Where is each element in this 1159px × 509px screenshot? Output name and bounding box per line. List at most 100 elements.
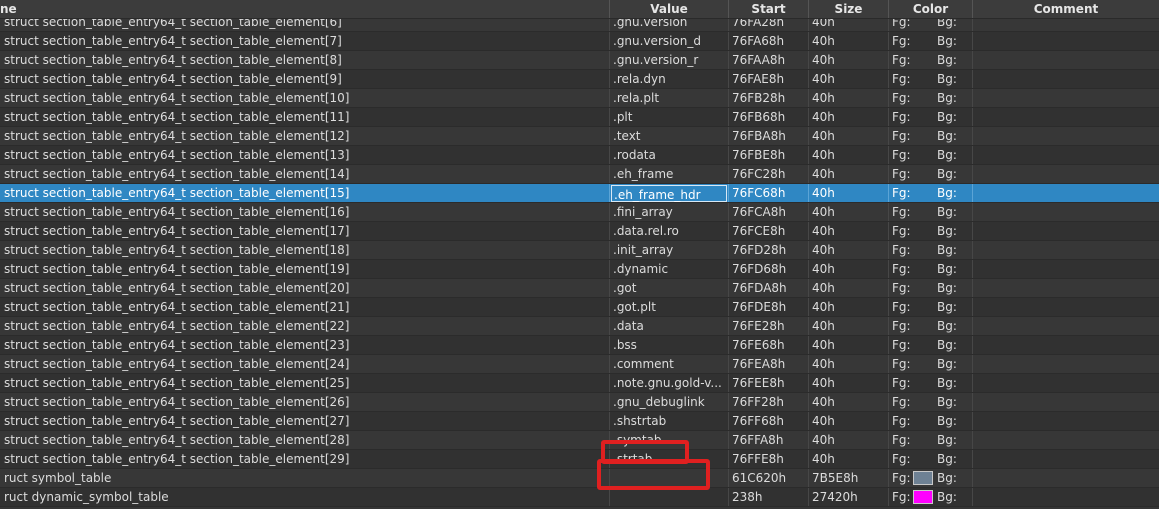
row-comment-cell[interactable] bbox=[973, 374, 1159, 392]
row-color-cell[interactable]: Fg: Bg: bbox=[889, 89, 973, 107]
row-size-cell[interactable]: 40h bbox=[809, 165, 889, 183]
row-start-cell[interactable]: 76FF28h bbox=[729, 393, 809, 411]
row-name-cell[interactable]: struct section_table_entry64_t section_t… bbox=[0, 222, 610, 240]
row-start-cell[interactable]: 76FA68h bbox=[729, 32, 809, 50]
row-size-cell[interactable]: 40h bbox=[809, 260, 889, 278]
row-value-cell[interactable]: .shstrtab bbox=[610, 412, 729, 430]
column-header-name[interactable]: ne bbox=[0, 0, 610, 18]
table-row[interactable]: struct section_table_entry64_t section_t… bbox=[0, 184, 1159, 203]
row-value-cell[interactable]: .fini_array bbox=[610, 203, 729, 221]
row-start-cell[interactable]: 76FD68h bbox=[729, 260, 809, 278]
row-name-cell[interactable]: struct section_table_entry64_t section_t… bbox=[0, 450, 610, 468]
row-size-cell[interactable]: 7B5E8h bbox=[809, 469, 889, 487]
row-name-cell[interactable]: struct section_table_entry64_t section_t… bbox=[0, 393, 610, 411]
row-comment-cell[interactable] bbox=[973, 412, 1159, 430]
column-header-size[interactable]: Size bbox=[809, 0, 889, 18]
row-color-cell[interactable]: Fg: Bg: bbox=[889, 298, 973, 316]
row-size-cell[interactable]: 40h bbox=[809, 450, 889, 468]
row-start-cell[interactable]: 76FE28h bbox=[729, 317, 809, 335]
table-row[interactable]: struct section_table_entry64_t section_t… bbox=[0, 260, 1159, 279]
row-color-cell[interactable]: Fg: Bg: bbox=[889, 469, 973, 487]
row-color-cell[interactable]: Fg: Bg: bbox=[889, 488, 973, 506]
table-row[interactable]: struct section_table_entry64_t section_t… bbox=[0, 431, 1159, 450]
row-value-cell[interactable]: .got bbox=[610, 279, 729, 297]
row-comment-cell[interactable] bbox=[973, 184, 1159, 202]
row-start-cell[interactable]: 76FC28h bbox=[729, 165, 809, 183]
row-value-cell[interactable]: .init_array bbox=[610, 241, 729, 259]
row-color-cell[interactable]: Fg: Bg: bbox=[889, 203, 973, 221]
row-name-cell[interactable]: struct section_table_entry64_t section_t… bbox=[0, 32, 610, 50]
row-name-cell[interactable]: struct section_table_entry64_t section_t… bbox=[0, 412, 610, 430]
row-size-cell[interactable]: 40h bbox=[809, 70, 889, 88]
row-comment-cell[interactable] bbox=[973, 336, 1159, 354]
row-comment-cell[interactable] bbox=[973, 488, 1159, 506]
row-name-cell[interactable]: struct section_table_entry64_t section_t… bbox=[0, 355, 610, 373]
row-name-cell[interactable]: struct section_table_entry64_t section_t… bbox=[0, 89, 610, 107]
row-name-cell[interactable]: struct section_table_entry64_t section_t… bbox=[0, 146, 610, 164]
row-color-cell[interactable]: Fg: Bg: bbox=[889, 336, 973, 354]
row-comment-cell[interactable] bbox=[973, 355, 1159, 373]
row-color-cell[interactable]: Fg: Bg: bbox=[889, 241, 973, 259]
row-comment-cell[interactable] bbox=[973, 222, 1159, 240]
row-color-cell[interactable]: Fg: Bg: bbox=[889, 393, 973, 411]
row-size-cell[interactable]: 40h bbox=[809, 298, 889, 316]
table-row[interactable]: struct section_table_entry64_t section_t… bbox=[0, 127, 1159, 146]
row-value-cell[interactable]: .dynamic bbox=[610, 260, 729, 278]
row-value-cell[interactable]: .gnu_debuglink bbox=[610, 393, 729, 411]
row-comment-cell[interactable] bbox=[973, 127, 1159, 145]
row-name-cell[interactable]: struct section_table_entry64_t section_t… bbox=[0, 127, 610, 145]
row-color-cell[interactable]: Fg: Bg: bbox=[889, 431, 973, 449]
row-start-cell[interactable]: 76FE68h bbox=[729, 336, 809, 354]
table-row[interactable]: struct section_table_entry64_t section_t… bbox=[0, 146, 1159, 165]
table-row[interactable]: struct section_table_entry64_t section_t… bbox=[0, 51, 1159, 70]
row-size-cell[interactable]: 40h bbox=[809, 51, 889, 69]
row-start-cell[interactable]: 76FBE8h bbox=[729, 146, 809, 164]
row-size-cell[interactable]: 40h bbox=[809, 146, 889, 164]
row-start-cell[interactable]: 76FAA8h bbox=[729, 51, 809, 69]
row-start-cell[interactable]: 76FC68h bbox=[729, 184, 809, 202]
row-color-cell[interactable]: Fg: Bg: bbox=[889, 165, 973, 183]
row-start-cell[interactable]: 61C620h bbox=[729, 469, 809, 487]
table-row[interactable]: struct section_table_entry64_t section_t… bbox=[0, 336, 1159, 355]
row-start-cell[interactable]: 76FB28h bbox=[729, 89, 809, 107]
row-start-cell[interactable]: 76FFE8h bbox=[729, 450, 809, 468]
row-start-cell[interactable]: 76FD28h bbox=[729, 241, 809, 259]
row-comment-cell[interactable] bbox=[973, 203, 1159, 221]
table-row[interactable]: struct section_table_entry64_t section_t… bbox=[0, 298, 1159, 317]
table-row[interactable]: ruct symbol_table 61C620h 7B5E8h Fg: Bg: bbox=[0, 469, 1159, 488]
row-color-cell[interactable]: Fg: Bg: bbox=[889, 355, 973, 373]
row-size-cell[interactable]: 40h bbox=[809, 393, 889, 411]
row-start-cell[interactable]: 76FEE8h bbox=[729, 374, 809, 392]
row-size-cell[interactable]: 40h bbox=[809, 184, 889, 202]
row-name-cell[interactable]: struct section_table_entry64_t section_t… bbox=[0, 279, 610, 297]
row-comment-cell[interactable] bbox=[973, 279, 1159, 297]
row-value-cell[interactable]: .eh_frame bbox=[610, 165, 729, 183]
row-color-cell[interactable]: Fg: Bg: bbox=[889, 222, 973, 240]
row-comment-cell[interactable] bbox=[973, 450, 1159, 468]
row-color-cell[interactable]: Fg: Bg: bbox=[889, 184, 973, 202]
row-value-cell[interactable]: .rodata bbox=[610, 146, 729, 164]
table-row[interactable]: struct section_table_entry64_t section_t… bbox=[0, 165, 1159, 184]
row-color-cell[interactable]: Fg: Bg: bbox=[889, 146, 973, 164]
table-row[interactable]: struct section_table_entry64_t section_t… bbox=[0, 374, 1159, 393]
row-value-cell[interactable]: .gnu.version_d bbox=[610, 32, 729, 50]
row-name-cell[interactable]: struct section_table_entry64_t section_t… bbox=[0, 298, 610, 316]
row-comment-cell[interactable] bbox=[973, 260, 1159, 278]
row-size-cell[interactable]: 40h bbox=[809, 431, 889, 449]
table-row[interactable]: struct section_table_entry64_t section_t… bbox=[0, 241, 1159, 260]
row-start-cell[interactable]: 76FBA8h bbox=[729, 127, 809, 145]
row-color-cell[interactable]: Fg: Bg: bbox=[889, 108, 973, 126]
row-comment-cell[interactable] bbox=[973, 317, 1159, 335]
column-header-start[interactable]: Start bbox=[729, 0, 809, 18]
row-size-cell[interactable]: 40h bbox=[809, 412, 889, 430]
row-comment-cell[interactable] bbox=[973, 469, 1159, 487]
column-header-color[interactable]: Color bbox=[889, 0, 973, 18]
table-row[interactable]: struct section_table_entry64_t section_t… bbox=[0, 70, 1159, 89]
row-start-cell[interactable]: 76FCE8h bbox=[729, 222, 809, 240]
row-start-cell[interactable]: 76FFA8h bbox=[729, 431, 809, 449]
row-size-cell[interactable]: 40h bbox=[809, 374, 889, 392]
row-size-cell[interactable]: 40h bbox=[809, 355, 889, 373]
column-header-value[interactable]: Value bbox=[610, 0, 729, 18]
row-size-cell[interactable]: 40h bbox=[809, 203, 889, 221]
row-start-cell[interactable]: 76FB68h bbox=[729, 108, 809, 126]
